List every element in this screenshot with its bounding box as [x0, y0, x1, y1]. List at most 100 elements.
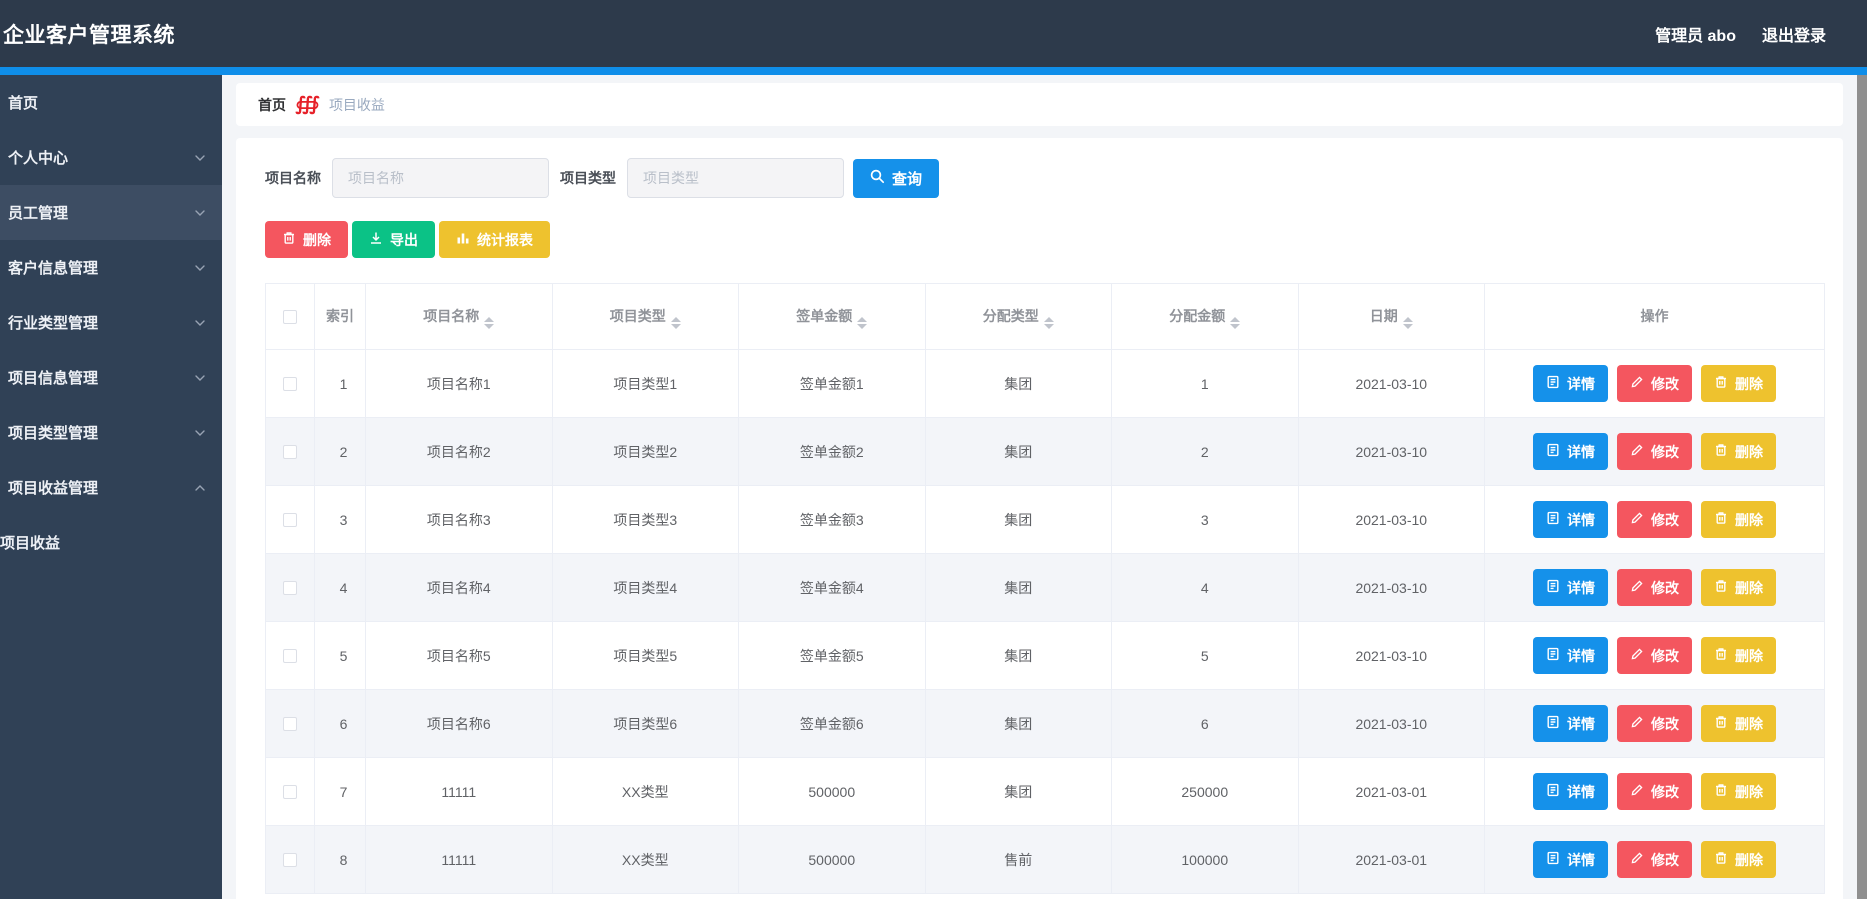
detail-button[interactable]: 详情 [1533, 365, 1608, 402]
column-header-5[interactable]: 分配类型 [924, 283, 1112, 350]
edit-button[interactable]: 修改 [1617, 501, 1692, 538]
export-button[interactable]: 导出 [352, 221, 435, 258]
query-button[interactable]: 查询 [853, 158, 940, 198]
row-delete-button[interactable]: 删除 [1701, 773, 1776, 810]
row-select-cell [265, 621, 315, 690]
row-delete-button[interactable]: 删除 [1701, 569, 1776, 606]
export-button-label: 导出 [390, 231, 418, 248]
row-delete-button[interactable]: 删除 [1701, 705, 1776, 742]
delete-button[interactable]: 删除 [265, 221, 348, 258]
row-delete-button[interactable]: 删除 [1701, 365, 1776, 402]
column-header-7[interactable]: 日期 [1297, 283, 1485, 350]
chevron-down-icon [194, 152, 206, 164]
select-all-checkbox[interactable] [283, 309, 297, 324]
logout-link[interactable]: 退出登录 [1762, 22, 1826, 46]
row-select-cell [265, 417, 315, 486]
accent-strip [0, 67, 1867, 75]
scrollbar-thumb[interactable] [1857, 75, 1867, 899]
pencil-icon [1630, 783, 1644, 800]
row-delete-button[interactable]: 删除 [1701, 841, 1776, 878]
row-checkbox[interactable] [283, 784, 297, 799]
sidebar-item-label: 项目收益管理 [8, 480, 99, 497]
row-delete-button[interactable]: 删除 [1701, 637, 1776, 674]
sidebar-item-1[interactable]: 个人中心 [0, 130, 222, 185]
edit-button[interactable]: 修改 [1617, 773, 1692, 810]
edit-button[interactable]: 修改 [1617, 841, 1692, 878]
cell-3: 500000 [738, 825, 926, 894]
detail-button[interactable]: 详情 [1533, 705, 1608, 742]
detail-button[interactable]: 详情 [1533, 433, 1608, 470]
sort-icon[interactable] [1402, 316, 1413, 329]
table-row: 6 项目名称6 项目类型6 签单金额6 集团 6 2021-03-10 详情 修改 删除 [265, 689, 1825, 758]
cell-2: 项目类型1 [551, 349, 739, 418]
cell-0: 4 [314, 553, 366, 622]
column-header-4[interactable]: 签单金额 [738, 283, 926, 350]
sort-icon[interactable] [484, 316, 495, 329]
row-checkbox[interactable] [283, 580, 297, 595]
pencil-icon [1630, 511, 1644, 528]
sort-icon[interactable] [857, 316, 868, 329]
cell-4: 集团 [924, 553, 1112, 622]
edit-button[interactable]: 修改 [1617, 705, 1692, 742]
edit-button-label: 修改 [1651, 647, 1679, 664]
column-header-3[interactable]: 项目类型 [551, 283, 739, 350]
download-icon [369, 231, 383, 248]
report-button[interactable]: 统计报表 [439, 221, 550, 258]
sidebar-item-5[interactable]: 项目信息管理 [0, 350, 222, 405]
sidebar-item-3[interactable]: 客户信息管理 [0, 240, 222, 295]
chevron-down-icon [194, 372, 206, 384]
sidebar-item-0[interactable]: 首页 [0, 75, 222, 130]
cell-0: 3 [314, 485, 366, 554]
project-type-input[interactable] [627, 158, 844, 198]
project-name-input[interactable] [332, 158, 549, 198]
row-checkbox[interactable] [283, 648, 297, 663]
row-select-cell [265, 553, 315, 622]
sidebar-item-6[interactable]: 项目类型管理 [0, 405, 222, 460]
current-user-label[interactable]: 管理员 abo [1655, 22, 1736, 46]
sidebar-item-8[interactable]: 项目收益 [0, 515, 222, 570]
cell-6: 2021-03-10 [1297, 689, 1485, 758]
pencil-icon [1630, 375, 1644, 392]
breadcrumb-separator-icon: ∰ [295, 94, 320, 115]
row-delete-button[interactable]: 删除 [1701, 433, 1776, 470]
row-checkbox[interactable] [283, 376, 297, 391]
edit-button[interactable]: 修改 [1617, 637, 1692, 674]
detail-button[interactable]: 详情 [1533, 637, 1608, 674]
row-checkbox[interactable] [283, 716, 297, 731]
table-row: 3 项目名称3 项目类型3 签单金额3 集团 3 2021-03-10 详情 修改 删除 [265, 485, 1825, 554]
sidebar-item-label: 客户信息管理 [8, 260, 99, 277]
sidebar-item-2[interactable]: 员工管理 [0, 185, 222, 240]
sidebar-item-label: 项目信息管理 [8, 370, 99, 387]
cell-3: 签单金额3 [738, 485, 926, 554]
column-header-8: 操作 [1484, 283, 1825, 350]
detail-button[interactable]: 详情 [1533, 569, 1608, 606]
sort-icon[interactable] [670, 316, 681, 329]
breadcrumb: 首页 ∰ 项目收益 [236, 83, 1843, 126]
sort-icon[interactable] [1043, 316, 1054, 329]
sidebar-item-4[interactable]: 行业类型管理 [0, 295, 222, 350]
row-checkbox[interactable] [283, 444, 297, 459]
detail-button[interactable]: 详情 [1533, 773, 1608, 810]
document-icon [1546, 511, 1560, 528]
cell-1: 11111 [365, 825, 553, 894]
row-checkbox[interactable] [283, 512, 297, 527]
sort-icon[interactable] [1230, 316, 1241, 329]
pencil-icon [1630, 851, 1644, 868]
edit-button[interactable]: 修改 [1617, 365, 1692, 402]
breadcrumb-home-link[interactable]: 首页 [258, 95, 286, 115]
sidebar-item-7[interactable]: 项目收益管理 [0, 460, 222, 515]
edit-button-label: 修改 [1651, 375, 1679, 392]
cell-5: 4 [1111, 553, 1299, 622]
edit-button[interactable]: 修改 [1617, 569, 1692, 606]
projects-table: 索引 项目名称 项目类型 签单金额 分配类型 分配金额 日期 操作 1 项目名称1 项目类型1 签单… [265, 283, 1825, 894]
row-delete-button-label: 删除 [1735, 375, 1763, 392]
detail-button[interactable]: 详情 [1533, 501, 1608, 538]
page-scrollbar[interactable] [1857, 75, 1867, 899]
detail-button[interactable]: 详情 [1533, 841, 1608, 878]
column-header-6[interactable]: 分配金额 [1111, 283, 1299, 350]
edit-button[interactable]: 修改 [1617, 433, 1692, 470]
column-header-label: 分配类型 [982, 307, 1039, 324]
row-delete-button[interactable]: 删除 [1701, 501, 1776, 538]
row-checkbox[interactable] [283, 852, 297, 867]
column-header-2[interactable]: 项目名称 [365, 283, 553, 350]
